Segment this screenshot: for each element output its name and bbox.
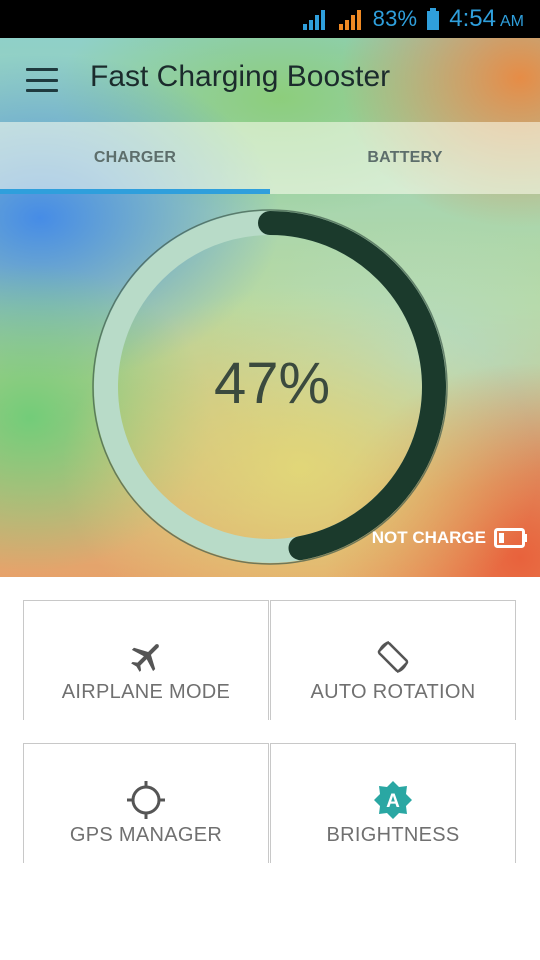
svg-text:A: A [386,791,400,812]
airplane-mode-toggle[interactable]: AIRPLANE MODE [23,600,269,720]
tab-charger[interactable]: CHARGER [0,122,270,194]
screen-rotation-icon [377,641,409,673]
cellular-signal-icon [338,10,361,30]
tab-selected-indicator [0,189,270,194]
airplane-icon [131,644,159,672]
auto-brightness-icon: A [374,781,412,819]
battery-icon [427,8,440,30]
wifi-signal-icon [302,10,325,30]
auto-rotation-toggle[interactable]: AUTO ROTATION [270,600,516,720]
airplane-mode-label: AIRPLANE MODE [61,681,231,703]
gps-crosshair-icon [127,781,165,819]
brightness-toggle[interactable]: A BRIGHTNESS [270,743,516,863]
clock: 4:54 AM [449,5,524,33]
hamburger-menu-icon[interactable] [22,62,62,98]
tab-bar: CHARGER BATTERY [0,122,540,194]
charge-status: NOT CHARGE [372,528,528,548]
app-bar: Fast Charging Booster [0,38,540,122]
status-indicators: 83% 4:54 AM [301,0,524,38]
charge-status-text: NOT CHARGE [371,528,486,547]
battery-percent-display: 47% [213,351,331,416]
brightness-label: BRIGHTNESS [326,824,460,846]
app-title: Fast Charging Booster [90,60,391,93]
gps-manager-toggle[interactable]: GPS MANAGER [23,743,269,863]
status-bar: 83% 4:54 AM [0,0,540,38]
gps-manager-label: GPS MANAGER [69,824,223,846]
clock-ampm: AM [500,13,524,30]
tab-battery[interactable]: BATTERY [270,122,540,194]
battery-percent-text: 83% [372,6,418,31]
clock-time: 4:54 [449,5,496,32]
auto-rotation-label: AUTO ROTATION [310,681,476,703]
battery-outline-icon [494,528,527,548]
